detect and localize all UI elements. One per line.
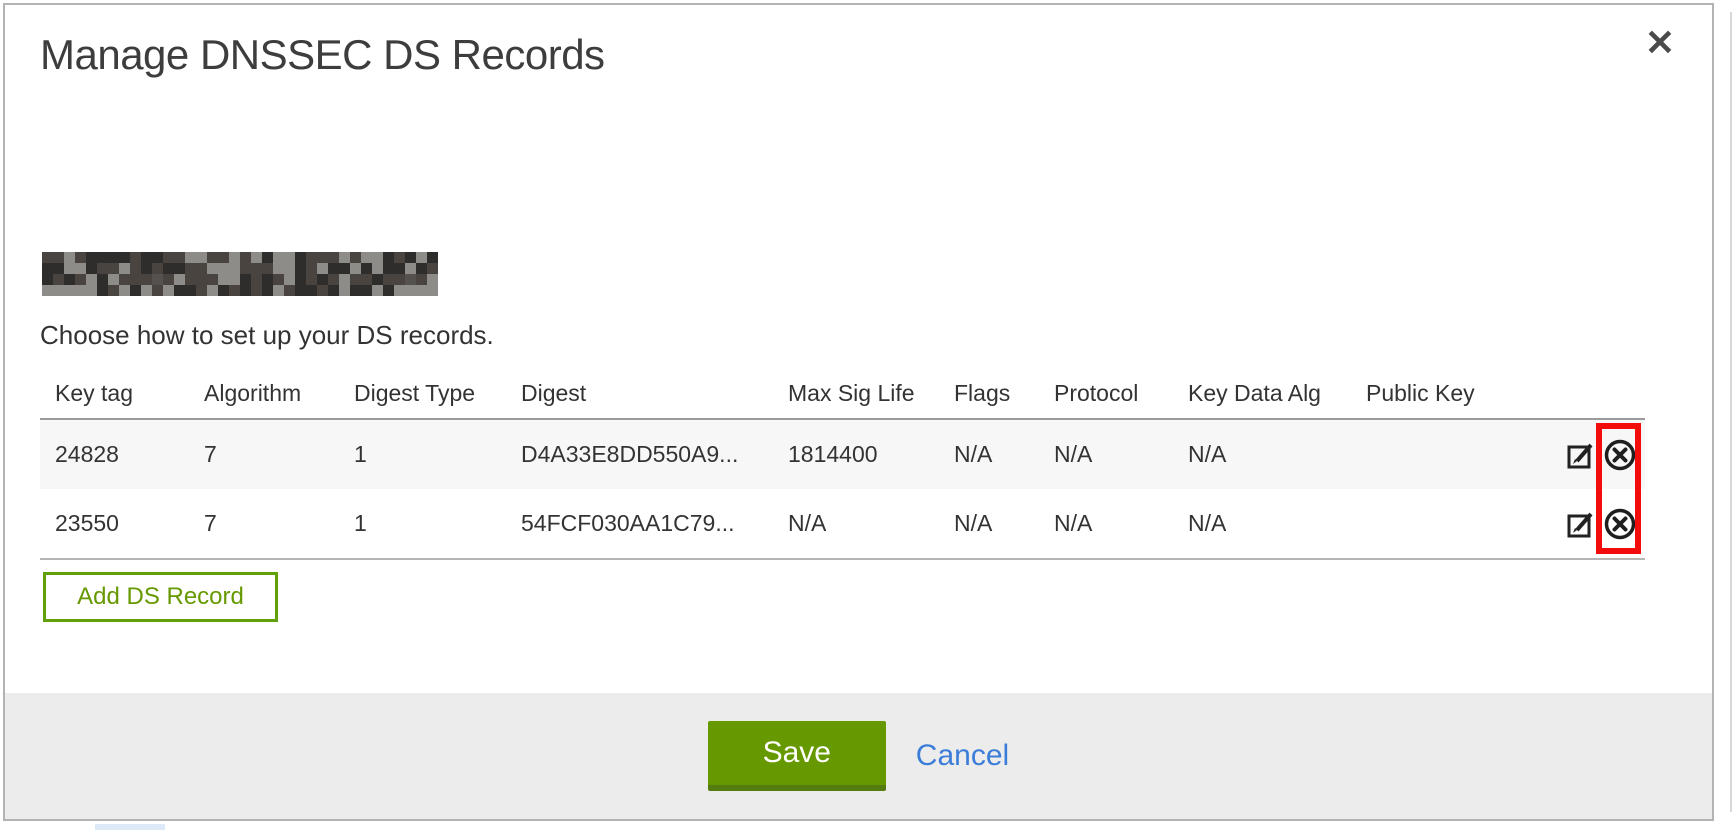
table-cell: 1814400 (773, 441, 939, 468)
table-cell: 24828 (40, 441, 189, 468)
table-cell: N/A (1173, 510, 1351, 537)
modal-subtitle: Choose how to set up your DS records. (40, 320, 494, 351)
table-cell: N/A (1173, 441, 1351, 468)
page-behind-smudge (95, 824, 165, 830)
edit-icon[interactable] (1564, 507, 1597, 541)
row-actions (1549, 507, 1645, 541)
table-cell: N/A (1039, 441, 1173, 468)
table-cell: 1 (339, 441, 506, 468)
table-row: 2482871D4A33E8DD550A9...1814400N/AN/AN/A (40, 420, 1645, 489)
table-cell: 7 (189, 510, 339, 537)
table-cell: N/A (939, 441, 1039, 468)
column-header: Key tag (40, 374, 189, 407)
table-cell: 23550 (40, 510, 189, 537)
edit-icon[interactable] (1564, 438, 1597, 472)
save-button[interactable]: Save (708, 721, 886, 791)
column-header: Public Key (1351, 374, 1549, 407)
table-cell: N/A (773, 510, 939, 537)
screen: Manage DNSSEC DS Records ✕ Choose how to… (0, 0, 1734, 830)
table-cell: D4A33E8DD550A9... (506, 441, 773, 468)
column-header: Algorithm (189, 374, 339, 407)
page-behind-edge (1730, 12, 1732, 812)
table-cell: 7 (189, 441, 339, 468)
column-header: Digest Type (339, 374, 506, 407)
add-ds-record-button[interactable]: Add DS Record (43, 572, 278, 622)
column-header: Flags (939, 374, 1039, 407)
table-row: 235507154FCF030AA1C79...N/AN/AN/AN/A (40, 489, 1645, 558)
cancel-link[interactable]: Cancel (916, 739, 1009, 773)
delete-icon[interactable] (1603, 507, 1637, 541)
redacted-domain-name (42, 252, 438, 296)
table-body: 2482871D4A33E8DD550A9...1814400N/AN/AN/A… (40, 418, 1645, 560)
close-icon[interactable]: ✕ (1638, 21, 1682, 65)
table-cell: N/A (1039, 510, 1173, 537)
modal-title: Manage DNSSEC DS Records (40, 31, 605, 79)
modal-footer: Save Cancel (5, 693, 1712, 819)
table-cell: 1 (339, 510, 506, 537)
table-cell: N/A (939, 510, 1039, 537)
column-header: Max Sig Life (773, 374, 939, 407)
column-header: Protocol (1039, 374, 1173, 407)
row-actions (1549, 438, 1645, 472)
table-header-row: Key tagAlgorithmDigest TypeDigestMax Sig… (40, 363, 1645, 418)
ds-records-table: Key tagAlgorithmDigest TypeDigestMax Sig… (40, 363, 1645, 560)
manage-dnssec-modal: Manage DNSSEC DS Records ✕ Choose how to… (3, 3, 1714, 821)
delete-icon[interactable] (1603, 438, 1637, 472)
column-header: Digest (506, 374, 773, 407)
table-cell: 54FCF030AA1C79... (506, 510, 773, 537)
column-header: Key Data Alg (1173, 374, 1351, 407)
